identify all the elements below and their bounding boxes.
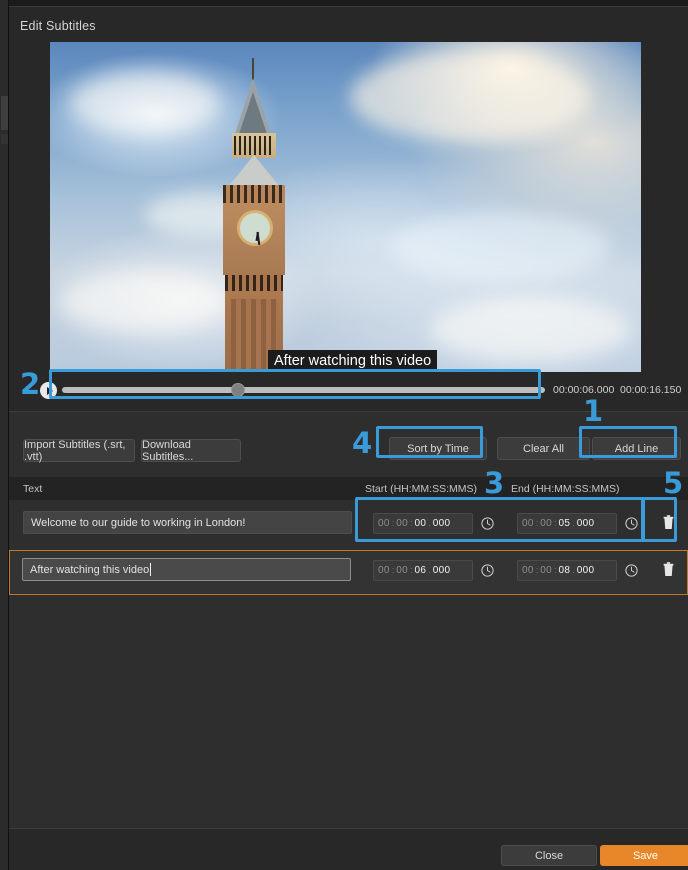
end-hours[interactable]: 00 [520, 565, 536, 576]
text-caret [150, 563, 151, 576]
trash-icon [662, 562, 675, 577]
clock-minute-hand [257, 232, 260, 245]
end-time-input[interactable]: 00 : 00 : 05 . 000 [517, 513, 617, 534]
left-strip-tab-secondary[interactable] [1, 134, 8, 144]
import-subtitles-button[interactable]: Import Subtitles (.srt, .vtt) [23, 439, 135, 462]
sort-by-time-button[interactable]: Sort by Time [389, 437, 487, 460]
end-seconds[interactable]: 08 [557, 565, 573, 576]
total-time-label: 00:00:16.150 [620, 384, 681, 396]
subtitle-text-value: After watching this video [30, 564, 149, 576]
subtitle-panel [9, 412, 688, 828]
clock-icon[interactable] [480, 516, 495, 531]
cloud-shape [70, 72, 220, 134]
play-triangle [47, 387, 53, 395]
footer-divider [9, 828, 688, 829]
player-seek-row: 00:00:06.000 00:00:16.150 [9, 375, 688, 407]
clock-icon[interactable] [480, 563, 495, 578]
dialog-title: Edit Subtitles [20, 19, 96, 33]
subtitle-text-input[interactable]: After watching this video [22, 558, 351, 581]
start-hours[interactable]: 00 [376, 565, 392, 576]
save-button[interactable]: Save [600, 845, 688, 866]
end-seconds[interactable]: 05 [557, 518, 573, 529]
end-minutes[interactable]: 00 [538, 518, 554, 529]
app-left-strip [0, 0, 9, 870]
tower-roof [228, 155, 280, 187]
start-milliseconds[interactable]: 000 [431, 565, 453, 576]
play-icon[interactable] [40, 382, 57, 399]
start-time-input[interactable]: 00 : 00 : 06 . 000 [373, 560, 473, 581]
tower-spire-inner [239, 92, 267, 134]
big-ben-tower [206, 54, 302, 372]
seek-slider-track [62, 387, 545, 393]
end-milliseconds[interactable]: 000 [575, 518, 597, 529]
tower-spike [252, 58, 254, 80]
start-time-input[interactable]: 00 : 00 : 00 . 000 [373, 513, 473, 534]
cloud-shape [60, 272, 230, 332]
close-button[interactable]: Close [501, 845, 597, 866]
clear-all-button[interactable]: Clear All [497, 437, 590, 460]
start-milliseconds[interactable]: 000 [431, 518, 453, 529]
seek-slider[interactable] [62, 381, 545, 399]
start-minutes[interactable]: 00 [394, 565, 410, 576]
video-subtitle-overlay: After watching this video [268, 350, 437, 372]
add-line-button[interactable]: Add Line [592, 437, 681, 460]
end-minutes[interactable]: 00 [538, 565, 554, 576]
current-time-label: 00:00:06.000 [553, 384, 614, 396]
column-header-end: End (HH:MM:SS:MMS) [511, 483, 620, 495]
subtitle-text-input[interactable]: Welcome to our guide to working in Londo… [23, 511, 352, 534]
delete-row-button[interactable] [657, 511, 679, 534]
start-time-group[interactable]: 00 : 00 : 06 . 000 [373, 556, 503, 584]
edit-subtitles-dialog: Edit Subtitles [9, 6, 688, 870]
end-milliseconds[interactable]: 000 [575, 565, 597, 576]
cloud-shape [430, 297, 630, 362]
seek-slider-thumb[interactable] [231, 383, 245, 397]
column-header-text: Text [23, 483, 42, 495]
subtitle-row[interactable]: After watching this video 00 : 00 : 06 .… [9, 550, 688, 595]
start-minutes[interactable]: 00 [394, 518, 410, 529]
start-seconds[interactable]: 00 [413, 518, 429, 529]
start-seconds[interactable]: 06 [413, 565, 429, 576]
cloud-shape [350, 52, 590, 142]
clock-face-icon [237, 210, 273, 246]
clock-icon[interactable] [624, 516, 639, 531]
download-subtitles-button[interactable]: Download Subtitles... [141, 439, 241, 462]
end-time-group[interactable]: 00 : 00 : 08 . 000 [517, 556, 647, 584]
video-preview[interactable]: After watching this video [50, 42, 641, 372]
delete-row-button[interactable] [657, 558, 679, 581]
edit-subtitles-window: Edit Subtitles [0, 0, 688, 870]
start-hours[interactable]: 00 [376, 518, 392, 529]
tower-clock-arcade [223, 185, 285, 203]
cloud-shape [390, 212, 610, 282]
trash-icon [662, 515, 675, 530]
start-time-group[interactable]: 00 : 00 : 00 . 000 [373, 509, 503, 537]
subtitle-row[interactable]: Welcome to our guide to working in Londo… [9, 504, 688, 549]
end-time-input[interactable]: 00 : 00 : 08 . 000 [517, 560, 617, 581]
subtitle-text-value: Welcome to our guide to working in Londo… [31, 517, 245, 529]
end-time-group[interactable]: 00 : 00 : 05 . 000 [517, 509, 647, 537]
column-header-start: Start (HH:MM:SS:MMS) [365, 483, 477, 495]
tower-clock-body [223, 185, 285, 275]
clock-icon[interactable] [624, 563, 639, 578]
end-hours[interactable]: 00 [520, 518, 536, 529]
left-strip-tab-primary[interactable] [1, 96, 8, 130]
